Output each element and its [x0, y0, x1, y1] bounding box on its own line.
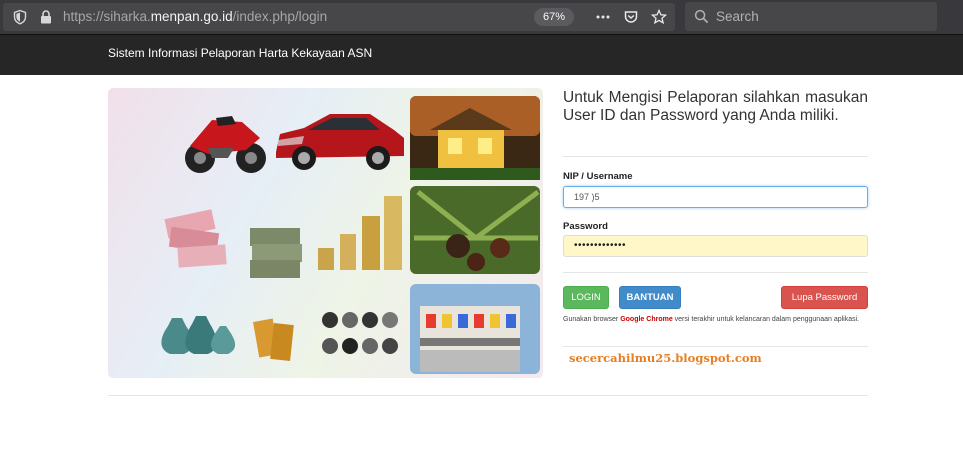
site-header: Sistem Informasi Pelaporan Harta Kekayaa…: [0, 34, 963, 75]
divider: [563, 156, 868, 157]
banner-illustration: [161, 96, 540, 374]
browser-toolbar: https://siharka.menpan.go.id/index.php/l…: [0, 0, 963, 34]
search-placeholder: Search: [716, 9, 759, 24]
help-button[interactable]: BANTUAN: [619, 286, 681, 309]
watch-icon: [322, 312, 398, 354]
pocket-icon[interactable]: [623, 9, 639, 25]
vase-icon: [161, 316, 236, 354]
url-bar[interactable]: https://siharka.menpan.go.id/index.php/l…: [3, 3, 675, 31]
site-title[interactable]: Sistem Informasi Pelaporan Harta Kekayaa…: [108, 46, 372, 60]
banner-image: [108, 88, 543, 378]
login-intro-text: Untuk Mengisi Pelaporan silahkan masukan…: [563, 89, 868, 124]
google-chrome-text: Google Chrome: [620, 316, 673, 323]
lock-icon[interactable]: [38, 9, 54, 25]
money-icon: [164, 209, 302, 278]
password-input[interactable]: •••••••••••••: [563, 235, 868, 257]
watermark-text: secercahilmu25.blogspot.com: [569, 351, 762, 365]
username-input[interactable]: 197 )5: [563, 186, 868, 208]
building-icon: [410, 284, 540, 374]
coins-icon: [318, 196, 402, 270]
username-label: NIP / Username: [563, 171, 633, 182]
palm-oil-icon: [410, 186, 540, 274]
motorcycle-icon: [185, 116, 266, 173]
divider: [563, 346, 868, 347]
divider: [563, 272, 868, 273]
url-text[interactable]: https://siharka.menpan.go.id/index.php/l…: [63, 9, 327, 24]
search-icon: [694, 9, 709, 24]
zoom-level-badge[interactable]: 67%: [534, 8, 574, 26]
gold-bar-icon: [253, 318, 294, 361]
house-icon: [410, 96, 540, 180]
bookmark-star-icon[interactable]: [651, 9, 667, 25]
footer-divider: [108, 395, 868, 396]
forgot-password-button[interactable]: Lupa Password: [781, 286, 868, 309]
shield-icon[interactable]: [12, 9, 28, 25]
more-actions-icon[interactable]: [595, 9, 611, 25]
search-bar[interactable]: Search: [685, 2, 937, 31]
car-icon: [276, 114, 404, 170]
password-label: Password: [563, 221, 608, 232]
browser-recommendation-note: Gunakan browser Google Chrome versi tera…: [563, 316, 860, 323]
login-button[interactable]: LOGIN: [563, 286, 609, 309]
